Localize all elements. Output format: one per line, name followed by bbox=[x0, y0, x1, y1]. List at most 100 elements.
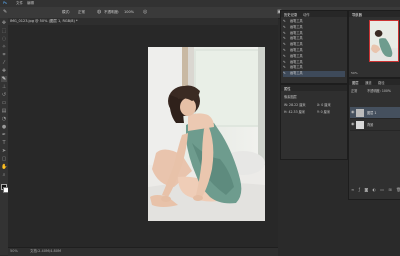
properties-header: 属性 bbox=[281, 85, 347, 91]
brush-icon: ✎ bbox=[283, 65, 286, 70]
tab-paths[interactable]: 路径 bbox=[378, 80, 385, 85]
layer-name: 背景 bbox=[367, 123, 374, 127]
brush-icon[interactable]: ✎ bbox=[1, 76, 7, 82]
document-title: IMG_0123.jpg @ 50% (图层 1, RGB/8) * bbox=[10, 19, 78, 23]
brush-icon: ✎ bbox=[283, 19, 286, 23]
canvas-photo[interactable] bbox=[148, 47, 265, 221]
photo-image bbox=[148, 47, 265, 221]
history-state-label: 画笔工具 bbox=[290, 30, 303, 35]
link-icon[interactable]: ∞ bbox=[351, 187, 354, 192]
history-state-label: 画笔工具 bbox=[290, 53, 303, 58]
history-state[interactable]: ✎ 画笔工具 bbox=[283, 54, 345, 60]
layer-kind: 像素图层 bbox=[284, 95, 297, 99]
brush-tool-preset-icon[interactable]: ✎ bbox=[3, 9, 7, 15]
shape-icon[interactable]: ▢ bbox=[1, 156, 7, 162]
eraser-icon[interactable]: ▭ bbox=[1, 100, 7, 106]
history-state[interactable]: ✎ 画笔工具 bbox=[283, 42, 345, 48]
layer-row[interactable]: ◉ 图层 1 bbox=[350, 107, 400, 119]
layer-row[interactable]: ◉ 背景 bbox=[350, 119, 400, 131]
gradient-icon[interactable]: ▤ bbox=[1, 108, 7, 114]
dodge-icon[interactable]: ● bbox=[1, 124, 7, 130]
navigator-title: 导航器 bbox=[352, 13, 362, 17]
blur-icon[interactable]: ◔ bbox=[1, 116, 7, 122]
history-state[interactable]: ✎ 画笔工具 bbox=[283, 48, 345, 54]
layer-thumbnail bbox=[356, 120, 364, 129]
brush-icon: ✎ bbox=[283, 42, 286, 47]
visibility-eye-icon[interactable]: ◉ bbox=[351, 110, 355, 114]
brush-icon: ✎ bbox=[283, 53, 286, 58]
ps-logo: Ps bbox=[3, 1, 7, 5]
zoom-level[interactable]: 50% bbox=[10, 249, 18, 253]
navigator-thumbnail[interactable] bbox=[369, 20, 399, 62]
zoom-icon[interactable]: ⌕ bbox=[1, 172, 7, 178]
navigator-zoom[interactable]: 50% bbox=[351, 71, 358, 75]
mode-select[interactable]: 正常 bbox=[78, 10, 85, 15]
tab-history[interactable]: 历史记录 bbox=[284, 12, 297, 17]
brush-icon: ✎ bbox=[283, 48, 286, 52]
layer-thumbnail bbox=[356, 108, 364, 117]
menu-file[interactable]: 文件 bbox=[16, 1, 23, 6]
eyedropper-icon[interactable]: ⁄ bbox=[1, 60, 7, 66]
layer-actions: ∞ ƒ ◙ ◐ ▭ ⊞ 🗑 bbox=[351, 187, 400, 192]
height-field[interactable]: H: 42.33 厘米 bbox=[284, 109, 305, 114]
pen-icon[interactable]: ✒ bbox=[1, 132, 7, 138]
width-field[interactable]: W: 28.22 厘米 bbox=[284, 102, 306, 107]
tab-layers[interactable]: 图层 bbox=[352, 80, 359, 85]
history-state-label: 画笔工具 bbox=[290, 59, 303, 64]
history-panel: 历史记录 动作 ✎ 画笔工具 ✎ 画笔工具 ✎ 画笔工具 ✎ 画笔工具 ✎ 画笔工具 ✎ 画笔工具 ✎ 画… bbox=[280, 10, 348, 84]
history-state-label: 画笔工具 bbox=[290, 24, 303, 29]
history-state-label: 画笔工具 bbox=[290, 42, 303, 47]
menu-bar: Ps 文件 编辑 bbox=[0, 0, 400, 7]
tab-actions[interactable]: 动作 bbox=[303, 12, 310, 17]
brush-icon: ✎ bbox=[283, 71, 286, 76]
history-state-label: 画笔工具 bbox=[290, 36, 303, 41]
tab-channels[interactable]: 通道 bbox=[365, 80, 372, 85]
history-state-label: 画笔工具 bbox=[290, 65, 303, 70]
pressure-icon[interactable]: ◎ bbox=[143, 9, 147, 15]
brush-icon: ✎ bbox=[283, 59, 286, 64]
path-select-icon[interactable]: ➤ bbox=[1, 148, 7, 154]
lasso-icon[interactable]: ◌ bbox=[1, 36, 7, 42]
menu-edit[interactable]: 编辑 bbox=[27, 1, 34, 6]
history-brush-icon[interactable]: ↺ bbox=[1, 92, 7, 98]
navigator-header: 导航器 bbox=[349, 11, 400, 17]
history-panel-tabs: 历史记录 动作 bbox=[281, 11, 347, 17]
fx-icon[interactable]: ƒ bbox=[359, 187, 360, 192]
trash-icon[interactable]: 🗑 bbox=[396, 187, 400, 192]
history-state-label: 画笔工具 bbox=[290, 19, 303, 23]
airbrush-icon[interactable]: ◍ bbox=[97, 9, 101, 15]
type-icon[interactable]: T bbox=[1, 140, 7, 146]
x-field[interactable]: X: 0 厘米 bbox=[317, 102, 331, 107]
marquee-icon[interactable]: ⬚ bbox=[1, 28, 7, 34]
stamp-icon[interactable]: ⊥ bbox=[1, 84, 7, 90]
history-state[interactable]: ✎ 画笔工具 bbox=[283, 25, 345, 31]
blend-mode-select[interactable]: 正常 bbox=[351, 88, 357, 93]
layers-panel: 图层 通道 路径 正常 不透明度: 100% ◉ 图层 1 ◉ 背景 ∞ ƒ ◙… bbox=[348, 78, 400, 200]
adjustment-icon[interactable]: ◐ bbox=[373, 187, 377, 192]
crop-icon[interactable]: ⌗ bbox=[1, 52, 7, 58]
brush-icon: ✎ bbox=[283, 30, 286, 35]
history-state[interactable]: ✎ 画笔工具 bbox=[283, 71, 345, 77]
brush-icon: ✎ bbox=[283, 36, 286, 41]
history-state[interactable]: ✎ 画笔工具 bbox=[283, 19, 345, 25]
opacity-value[interactable]: 100% bbox=[124, 10, 134, 14]
folder-icon[interactable]: ▭ bbox=[380, 187, 384, 192]
layers-panel-tabs: 图层 通道 路径 bbox=[349, 79, 400, 85]
move-icon[interactable]: ✥ bbox=[1, 20, 7, 26]
properties-panel: 属性 像素图层 W: 28.22 厘米 X: 0 厘米 H: 42.33 厘米 … bbox=[280, 84, 348, 160]
opacity-label: 不透明度: bbox=[104, 10, 120, 14]
navigator-panel: 导航器 50% bbox=[348, 10, 400, 78]
magic-wand-icon[interactable]: ✧ bbox=[1, 44, 7, 50]
healing-icon[interactable]: ✚ bbox=[1, 68, 7, 74]
visibility-eye-icon[interactable]: ◉ bbox=[351, 122, 355, 126]
layer-name: 图层 1 bbox=[367, 111, 377, 115]
brush-icon: ✎ bbox=[283, 24, 286, 29]
y-field[interactable]: Y: 0 厘米 bbox=[317, 109, 330, 114]
mode-label: 模式: bbox=[62, 10, 71, 14]
mask-icon[interactable]: ◙ bbox=[364, 187, 368, 192]
new-layer-icon[interactable]: ⊞ bbox=[388, 187, 391, 192]
history-state-label: 画笔工具 bbox=[290, 71, 303, 76]
hand-icon[interactable]: ✋ bbox=[1, 164, 7, 170]
document-size: 文档:2.40M/4.80M bbox=[30, 249, 61, 253]
layer-opacity[interactable]: 不透明度: 100% bbox=[367, 88, 391, 93]
